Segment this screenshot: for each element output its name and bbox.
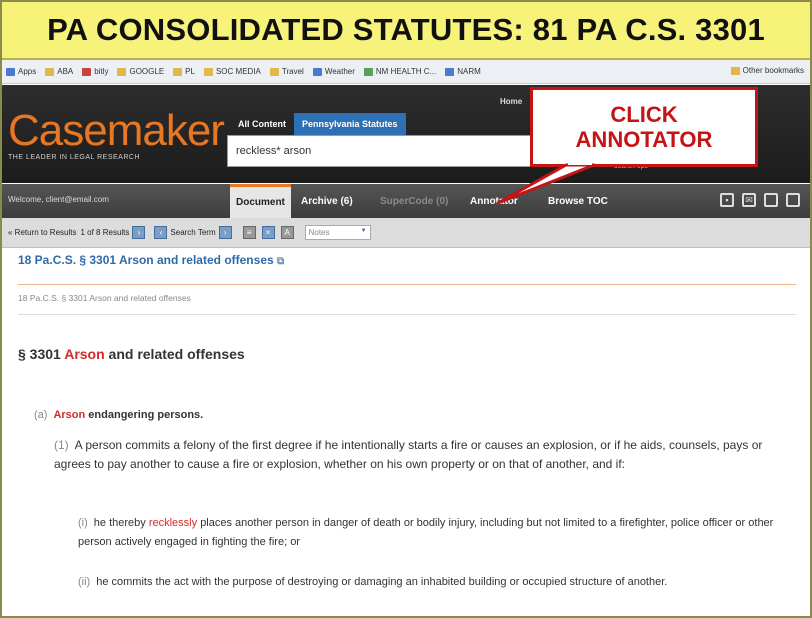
notes-dropdown[interactable]: Notes (304, 225, 371, 240)
bookmark-narm[interactable]: NARM (445, 67, 481, 76)
next-result-icon[interactable]: › (132, 226, 146, 239)
subsection-a: (a) Arson endangering persons. (34, 409, 204, 421)
bookmark-weather[interactable]: Weather (312, 67, 355, 76)
tab-annotator[interactable]: Annotator (464, 184, 524, 218)
bookmarks-bar: Apps ABA bitly GOOGLE PL SOC MEDIA Trave… (2, 60, 810, 84)
folder-icon (173, 67, 183, 76)
prev-term-icon[interactable]: ‹ (154, 226, 168, 239)
search-term-label: Search Term (170, 228, 216, 237)
weather-icon (312, 67, 322, 76)
apps-icon (6, 67, 15, 76)
document-content: 18 Pa.C.S. § 3301 Arson and related offe… (2, 248, 810, 616)
result-navigation: « Return to Results 1 of 8 Results › ‹ S… (2, 218, 810, 248)
logo-wordmark: Casemaker (8, 106, 225, 155)
print-icon[interactable]: ▪ (720, 193, 734, 207)
paragraph-1: (1) A person commits a felony of the firs… (54, 438, 763, 471)
title-divider (18, 284, 796, 285)
welcome-user: Welcome, client@email.com (8, 195, 109, 204)
title-banner: PA CONSOLIDATED STATUTES: 81 PA C.S. 330… (2, 2, 810, 60)
tab-document[interactable]: Document (230, 184, 291, 218)
click-annotator-callout: CLICK ANNOTATOR (530, 87, 758, 167)
bookmark-pl[interactable]: PL (173, 67, 195, 76)
email-icon[interactable]: ✉ (742, 193, 756, 207)
paragraph-1-i: (i) he thereby recklessly places another … (78, 517, 774, 548)
bookmark-nm-health[interactable]: NM HEALTH C... (363, 67, 436, 76)
tab-all-content[interactable]: All Content (230, 113, 294, 135)
other-bookmarks[interactable]: Other bookmarks (730, 66, 804, 75)
folder-icon (269, 67, 279, 76)
folder-icon (45, 67, 55, 76)
logo-tagline: THE LEADER IN LEGAL RESEARCH (8, 154, 140, 161)
clear-icon[interactable]: × (261, 226, 275, 239)
return-to-results-link[interactable]: « Return to Results (8, 228, 76, 237)
home-link[interactable]: Home (500, 97, 522, 106)
bookmark-bitly[interactable]: bitly (82, 67, 108, 76)
save-icon[interactable] (764, 193, 778, 207)
bookmark-aba[interactable]: ABA (45, 67, 73, 76)
document-title[interactable]: 18 Pa.C.S. § 3301 Arson and related offe… (18, 253, 284, 267)
bookmark-soc-media[interactable]: SOC MEDIA (203, 67, 261, 76)
toolbar-icons: ▪ ✉ (712, 193, 800, 207)
font-size-icon[interactable]: A (280, 226, 294, 239)
next-term-icon[interactable]: › (218, 226, 232, 239)
link-icon[interactable]: ⧉ (277, 256, 284, 267)
banner-title: PA CONSOLIDATED STATUTES: 81 PA C.S. 330… (47, 12, 765, 47)
search-input[interactable]: reckless* arson (227, 135, 535, 167)
bookmark-google[interactable]: GOOGLE (117, 67, 164, 76)
page-icon (445, 67, 455, 76)
search-scope-tabs: All Content Pennsylvania Statutes (230, 113, 406, 135)
breadcrumb: 18 Pa.C.S. § 3301 Arson and related offe… (18, 293, 191, 303)
highlight-icon[interactable]: ≡ (242, 226, 256, 239)
page-icon (363, 67, 373, 76)
breadcrumb-divider (18, 314, 796, 315)
casemaker-logo[interactable]: Casemaker THE LEADER IN LEGAL RESEARCH (8, 106, 225, 162)
section-heading: § 3301 Arson and related offenses (18, 346, 245, 362)
folder-icon (117, 67, 127, 76)
tab-pennsylvania-statutes[interactable]: Pennsylvania Statutes (294, 113, 406, 135)
highlighted-term: Arson (64, 346, 105, 362)
highlighted-term: recklessly (148, 517, 198, 529)
folder-icon (730, 66, 740, 75)
folder-icon (203, 67, 213, 76)
tab-archive[interactable]: Archive (6) (295, 184, 359, 218)
document-toolbar: Welcome, client@email.com Document Archi… (2, 184, 810, 218)
tab-browse-toc[interactable]: Browse TOC (542, 184, 614, 218)
bookmark-travel[interactable]: Travel (269, 67, 304, 76)
highlighted-term: Arson (53, 409, 86, 421)
tab-supercode[interactable]: SuperCode (0) (374, 184, 454, 218)
paragraph-1-ii: (ii) he commits the act with the purpose … (78, 576, 668, 588)
bookmark-apps[interactable]: Apps (6, 67, 36, 76)
results-count: 1 of 8 Results (80, 228, 130, 237)
download-icon[interactable] (786, 193, 800, 207)
bitly-icon (82, 67, 92, 76)
